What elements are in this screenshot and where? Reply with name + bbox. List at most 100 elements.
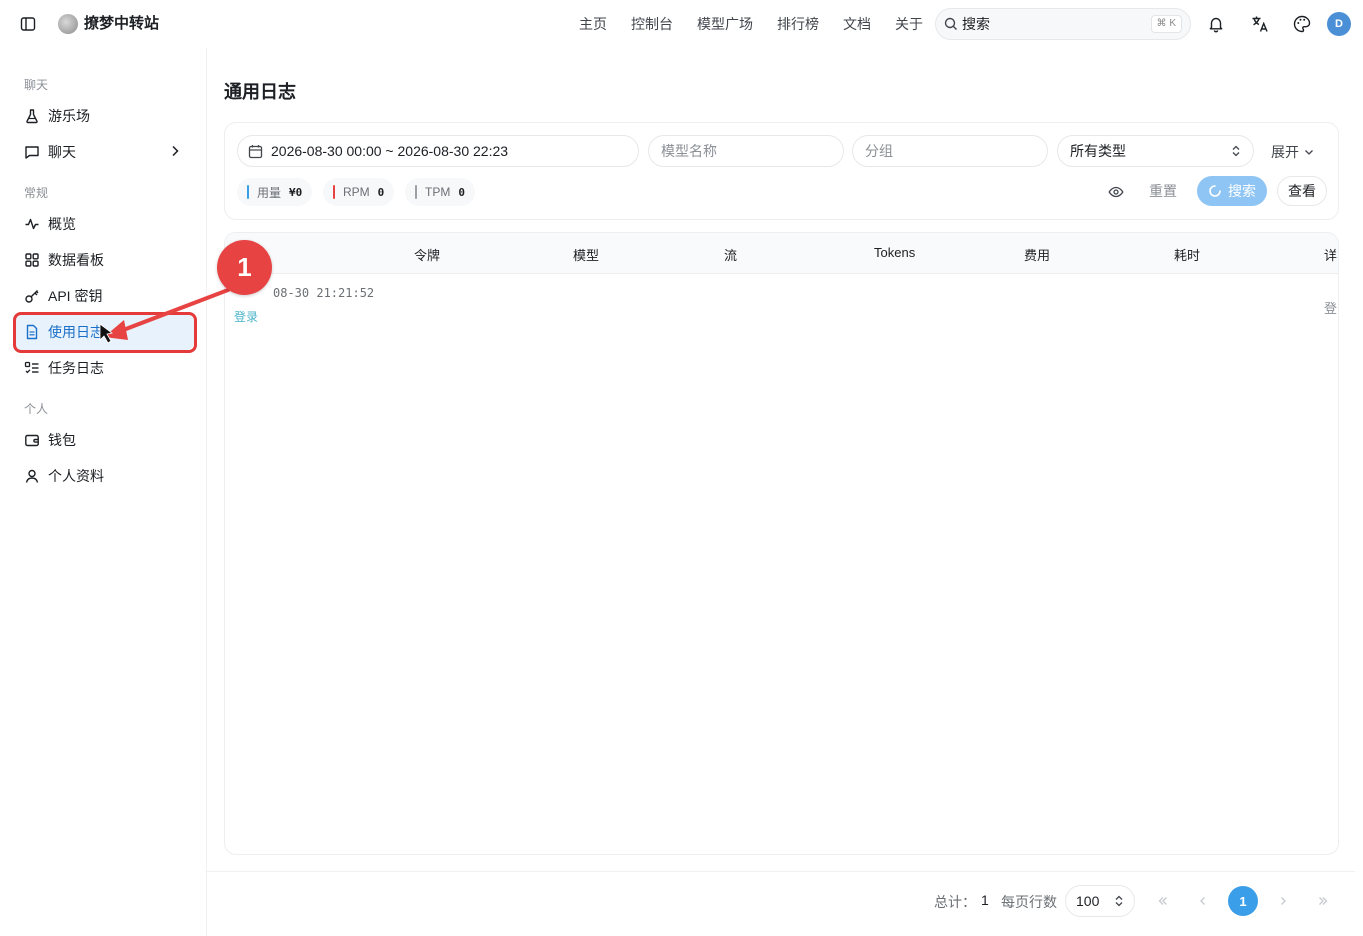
row-detail: 登: <box>1324 301 1339 316</box>
total-label: 总计： <box>934 894 976 910</box>
loading-spinner-icon <box>1209 185 1221 197</box>
sidebar-item-label: 钱包 <box>48 432 76 448</box>
sidebar-item-label: 任务日志 <box>48 360 104 376</box>
activity-icon <box>24 216 40 232</box>
row-type-tag: 登录 <box>234 310 259 324</box>
chevron-up-down-icon <box>1229 144 1243 161</box>
stat-value: ¥0 <box>289 185 303 199</box>
sidebar-section-chat: 聊天 <box>24 78 49 92</box>
view-button[interactable]: 查看 <box>1277 176 1327 206</box>
stat-color-bar <box>415 185 417 199</box>
stat-value: 0 <box>458 185 465 199</box>
eye-icon[interactable] <box>1107 183 1125 201</box>
column-header-duration[interactable]: 耗时 <box>1174 245 1200 264</box>
top-nav: 主页 控制台 模型广场 排行榜 文档 关于 <box>579 14 947 34</box>
sidebar-item-label: 游乐场 <box>48 108 90 124</box>
nav-models[interactable]: 模型广场 <box>697 14 753 34</box>
grid-icon <box>24 252 40 268</box>
stat-color-bar <box>333 185 335 199</box>
row-time: 08-30 21:21:52 <box>273 286 375 300</box>
date-range-value: 2026-08-30 00:00 ~ 2026-08-30 22:23 <box>271 143 509 159</box>
total-value: 1 <box>981 892 989 908</box>
sidebar-section-general: 常规 <box>24 186 49 200</box>
chevron-up-down-icon <box>1112 894 1126 911</box>
chevron-right-icon <box>168 144 182 161</box>
message-icon <box>24 144 40 160</box>
column-header-tokens[interactable]: Tokens <box>874 245 915 260</box>
sidebar: 聊天 游乐场 聊天 常规 概览 数据看板 API 密钥 使用日志 任务日志 个人… <box>0 48 207 936</box>
group-input[interactable]: 分组 <box>852 135 1048 167</box>
per-page-label: 每页行数 <box>1001 894 1057 910</box>
expand-label: 展开 <box>1271 144 1299 160</box>
sidebar-item-api-keys[interactable]: API 密钥 <box>14 278 194 314</box>
sidebar-item-label: 聊天 <box>48 144 76 160</box>
nav-ranking[interactable]: 排行榜 <box>777 14 819 34</box>
reset-button[interactable]: 重置 <box>1139 176 1187 206</box>
page-button-current[interactable]: 1 <box>1228 886 1258 916</box>
column-header-cost[interactable]: 费用 <box>1024 245 1050 264</box>
stat-label: 用量 <box>257 185 282 200</box>
search-button[interactable]: 搜索 <box>1197 176 1267 206</box>
step-marker: 1 <box>217 240 272 295</box>
list-check-icon <box>24 360 40 376</box>
sidebar-item-overview[interactable]: 概览 <box>14 206 194 242</box>
nav-home[interactable]: 主页 <box>579 14 607 34</box>
stat-tpm: TPM 0 <box>405 178 475 206</box>
filter-panel: 2026-08-30 00:00 ~ 2026-08-30 22:23 模型名称… <box>224 122 1339 220</box>
user-avatar[interactable]: D <box>1327 12 1351 36</box>
stat-rpm: RPM 0 <box>323 178 395 206</box>
search-icon <box>944 17 957 30</box>
stat-color-bar <box>247 185 249 199</box>
stat-label: TPM <box>425 185 451 199</box>
expand-button[interactable]: 展开 <box>1271 142 1315 162</box>
wallet-icon <box>24 432 40 448</box>
per-page-value: 100 <box>1076 893 1100 909</box>
nav-about[interactable]: 关于 <box>895 14 923 34</box>
stat-usage: 用量 ¥0 <box>237 178 313 206</box>
palette-icon[interactable] <box>1291 13 1313 35</box>
sidebar-item-label: 概览 <box>48 216 76 232</box>
sidebar-item-dashboard[interactable]: 数据看板 <box>14 242 194 278</box>
column-header-details[interactable]: 详 <box>1324 245 1337 264</box>
column-header-stream[interactable]: 流 <box>724 245 737 264</box>
nav-console[interactable]: 控制台 <box>631 14 673 34</box>
site-name[interactable]: 撩梦中转站 <box>84 14 159 34</box>
first-page-icon[interactable] <box>1148 886 1178 916</box>
search-button-label: 搜索 <box>1228 183 1256 199</box>
user-icon <box>24 468 40 484</box>
flask-icon <box>24 108 40 124</box>
stat-value: 0 <box>377 185 385 199</box>
highlight-box <box>13 312 197 353</box>
search-placeholder: 搜索 <box>962 16 990 32</box>
chevron-down-icon <box>1305 150 1313 155</box>
per-page-select[interactable]: 100 <box>1065 885 1135 917</box>
group-placeholder: 分组 <box>865 143 893 159</box>
last-page-icon[interactable] <box>1308 886 1338 916</box>
sidebar-item-playground[interactable]: 游乐场 <box>14 98 194 134</box>
next-page-icon[interactable] <box>1268 886 1298 916</box>
sidebar-item-label: 数据看板 <box>48 252 104 268</box>
site-logo[interactable] <box>58 14 78 34</box>
key-icon <box>24 288 40 304</box>
sidebar-item-profile[interactable]: 个人资料 <box>14 458 194 494</box>
page-title: 通用日志 <box>224 82 296 102</box>
top-header: 撩梦中转站 主页 控制台 模型广场 排行榜 文档 关于 搜索 ⌘ K D <box>0 0 1363 48</box>
date-range-picker[interactable]: 2026-08-30 00:00 ~ 2026-08-30 22:23 <box>237 135 639 167</box>
table-header: 时间 令牌 模型 流 Tokens 费用 耗时 详 <box>225 233 1338 274</box>
translate-icon[interactable] <box>1249 13 1271 35</box>
model-name-input[interactable]: 模型名称 <box>648 135 844 167</box>
sidebar-item-task-logs[interactable]: 任务日志 <box>14 350 194 386</box>
sidebar-item-chat[interactable]: 聊天 <box>14 134 194 170</box>
sidebar-item-wallet[interactable]: 钱包 <box>14 422 194 458</box>
nav-docs[interactable]: 文档 <box>843 14 871 34</box>
log-type-value: 所有类型 <box>1070 143 1126 159</box>
sidebar-toggle-icon[interactable] <box>18 14 38 34</box>
search-shortcut: ⌘ K <box>1150 15 1182 33</box>
header-search-input[interactable]: 搜索 ⌘ K <box>935 8 1191 40</box>
column-header-token[interactable]: 令牌 <box>414 245 440 264</box>
bell-icon[interactable] <box>1205 13 1227 35</box>
prev-page-icon[interactable] <box>1188 886 1218 916</box>
log-type-select[interactable]: 所有类型 <box>1057 135 1254 167</box>
column-header-model[interactable]: 模型 <box>573 245 599 264</box>
sidebar-item-label: API 密钥 <box>48 288 103 304</box>
